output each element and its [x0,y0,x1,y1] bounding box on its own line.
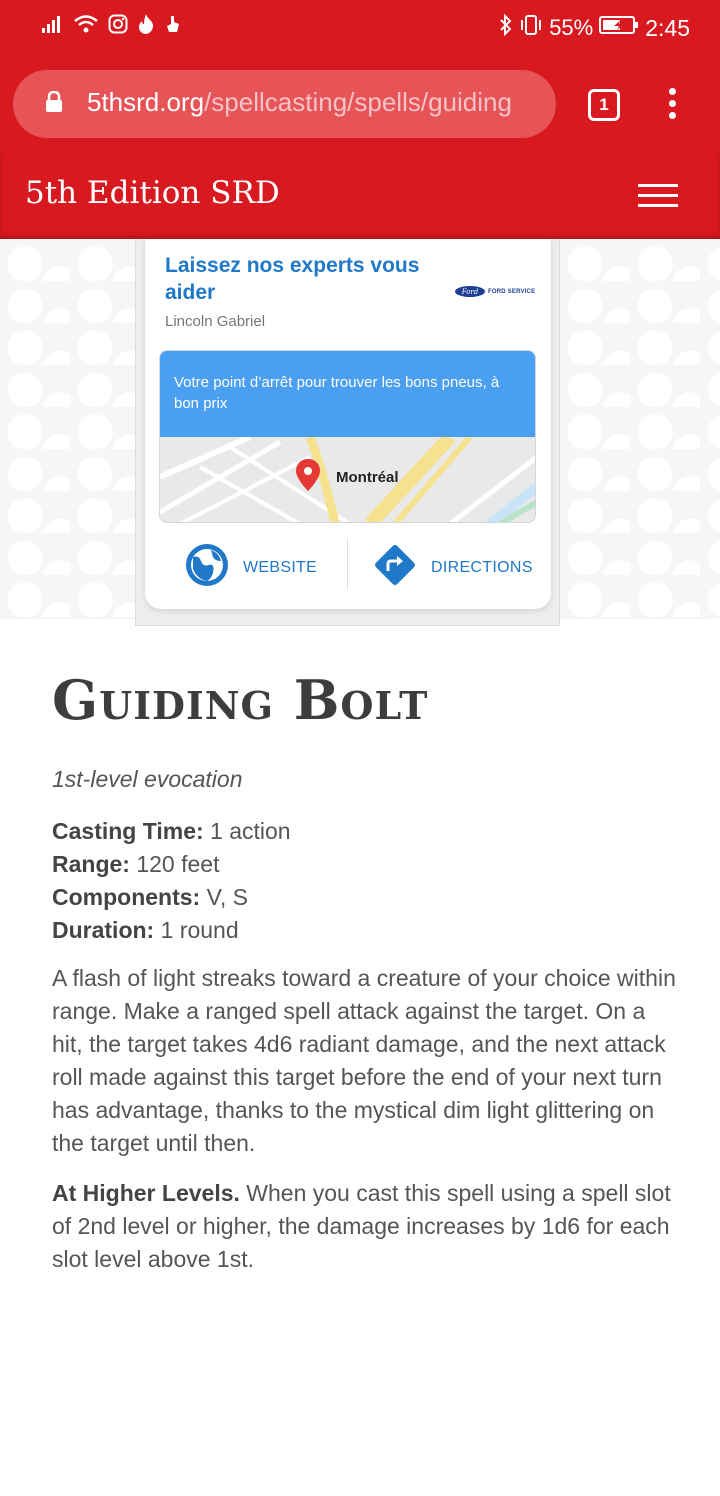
map-location-label: Montréal [336,469,399,486]
casting-time-value: 1 action [203,818,291,844]
hamburger-menu-icon[interactable] [638,184,678,208]
url-path: /spellcasting/spells/guiding [204,87,512,117]
bluetooth-icon [499,13,513,42]
ad-directions-button[interactable]: DIRECTIONS [373,543,533,592]
page-title: Guiding Bolt [52,668,429,732]
components-label: Components: [52,884,201,910]
map-thumbnail[interactable]: Montréal [160,437,535,522]
more-vert-icon [668,88,676,95]
tab-switcher-button[interactable]: 1 [588,89,620,121]
site-title[interactable]: 5th Edition SRD [25,175,280,211]
ad-map-panel[interactable]: Votre point d’arrêt pour trouver les bon… [159,350,536,523]
ad-promo-text: Votre point d’arrêt pour trouver les bon… [174,374,500,412]
range-label: Range: [52,851,130,877]
components-row: Components: V, S [52,881,291,914]
spell-school: 1st-level evocation [52,766,243,792]
browser-menu-button[interactable] [664,88,680,124]
wifi-icon [73,14,99,39]
directions-icon [373,543,417,592]
status-icons-left [42,14,182,39]
tinder-icon [137,14,155,39]
range-value: 120 feet [129,851,220,877]
status-icons-right: 55% 2:45 [499,13,690,42]
ad-directions-label: DIRECTIONS [431,558,533,576]
ford-oval-logo: Ford [455,286,485,297]
ad-actions: WEBSITE DIRECTIONS [145,535,551,595]
address-bar[interactable]: 5thsrd.org/spellcasting/spells/guiding [13,70,556,138]
url-domain: 5thsrd.org [87,87,205,117]
ad-card[interactable]: Laissez nos experts vous aider Lincoln G… [145,239,551,609]
higher-levels-label: At Higher Levels. [52,1180,240,1206]
spell-description: A flash of light streaks toward a creatu… [52,965,676,1156]
app-icon [164,14,182,39]
ad-advertiser: Lincoln Gabriel [165,313,266,330]
url-text[interactable]: 5thsrd.org/spellcasting/spells/guiding [87,87,549,118]
casting-time-row: Casting Time: 1 action [52,815,291,848]
range-row: Range: 120 feet [52,848,291,881]
ad-headline[interactable]: Laissez nos experts vous aider [165,252,445,306]
duration-row: Duration: 1 round [52,914,291,947]
ad-website-button[interactable]: WEBSITE [185,543,317,592]
components-value: V, S [200,884,248,910]
ad-actions-divider [347,539,348,589]
site-header: 5th Edition SRD [0,153,720,239]
higher-levels-paragraph: At Higher Levels. When you cast this spe… [52,1177,682,1276]
ford-logo: Ford FORD SERVICE [455,286,535,297]
duration-value: 1 round [154,917,239,943]
vibrate-icon [519,14,543,42]
casting-time-label: Casting Time: [52,818,204,844]
ford-service-caption: FORD SERVICE [488,288,536,295]
battery-percent: 55% [549,15,594,40]
browser-toolbar: 5thsrd.org/spellcasting/spells/guiding 1 [0,58,720,153]
spell-stats: Casting Time: 1 action Range: 120 feet C… [52,815,291,947]
lock-icon[interactable] [45,90,63,118]
ad-website-label: WEBSITE [243,558,318,576]
clock: 2:45 [645,14,690,41]
ad-promo-banner: Votre point d’arrêt pour trouver les bon… [160,351,535,437]
instagram-icon [108,14,128,39]
status-bar: 55% 2:45 [0,0,720,58]
map-pin-icon [296,459,320,496]
globe-icon [185,543,229,592]
battery-icon [599,15,639,41]
duration-label: Duration: [52,917,155,943]
signal-icon [42,15,64,38]
